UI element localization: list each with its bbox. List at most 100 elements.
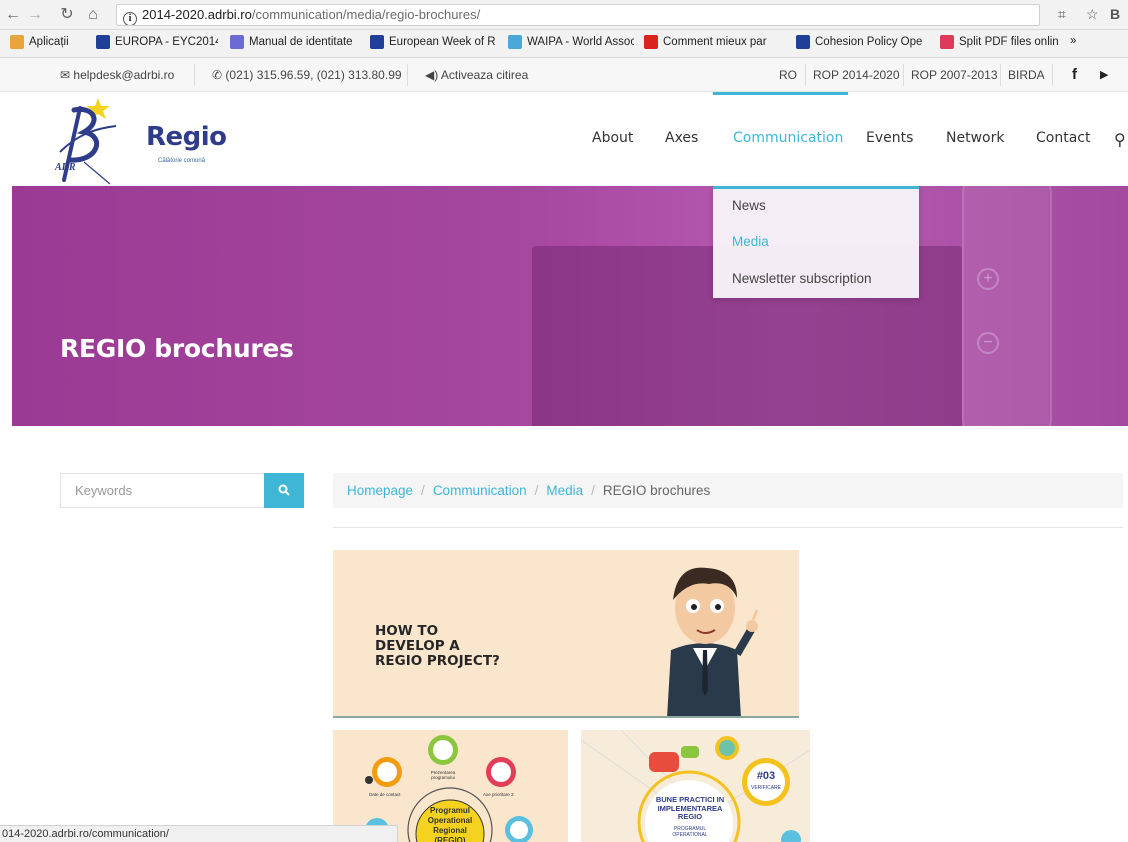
- dropdown-item-label: Newsletter subscription: [732, 271, 872, 286]
- nav-events[interactable]: Events: [866, 130, 913, 146]
- search-input[interactable]: Keywords: [60, 473, 265, 508]
- dropdown-item-label: Media: [732, 234, 769, 249]
- topbar-link-label: RO: [779, 68, 797, 82]
- url-host: 2014-2020.adrbi.ro: [142, 7, 252, 22]
- topbar-link-label: ROP 2014-2020: [813, 68, 900, 82]
- forward-icon[interactable]: →: [26, 5, 44, 25]
- regio-brand: Regio: [146, 122, 227, 152]
- nav-label: Axes: [665, 130, 699, 146]
- translate-icon[interactable]: ⌗: [1058, 6, 1066, 23]
- bookmark-label: Aplicații: [29, 36, 69, 48]
- brochure-title: HOW TO DEVELOP A REGIO PROJECT?: [375, 623, 500, 669]
- bookmark-favicon-icon: [508, 35, 522, 49]
- card3-subtitle: PROGRAMUL OPERATIONAL: [672, 826, 708, 838]
- link-birda[interactable]: BIRDA: [1008, 58, 1045, 92]
- back-icon[interactable]: ←: [4, 5, 22, 25]
- bookmark-item[interactable]: Cohesion Policy Ope: [796, 35, 922, 49]
- search-icon[interactable]: ⚲: [1114, 130, 1126, 149]
- link-rop-2014[interactable]: ROP 2014-2020: [813, 58, 900, 92]
- lang-link-ro[interactable]: RO: [779, 58, 797, 92]
- nav-about[interactable]: About: [592, 130, 633, 146]
- bookmark-item[interactable]: EUROPA - EYC2014 -: [96, 35, 218, 49]
- phone-icon: ✆: [212, 68, 223, 82]
- nav-axes[interactable]: Axes: [665, 130, 698, 146]
- bookmark-favicon-icon: [370, 35, 384, 49]
- bookmark-favicon-icon: [940, 35, 954, 49]
- logo[interactable]: ADR Regio Călătorie comună: [50, 92, 240, 186]
- nav-network[interactable]: Network: [946, 130, 1004, 146]
- bookmark-star-icon[interactable]: ☆: [1086, 6, 1099, 23]
- envelope-icon: ✉: [60, 68, 71, 82]
- card3-badge-label: VERIFICARE: [750, 785, 781, 791]
- dropdown-item-newsletter[interactable]: Newsletter subscription: [732, 271, 872, 286]
- businessman-illustration: [667, 567, 759, 716]
- bookmark-item[interactable]: Split PDF files online: [940, 35, 1058, 49]
- search-button[interactable]: [264, 473, 304, 508]
- bookmark-label: WAIPA - World Assoc: [527, 36, 634, 48]
- browser-status-bar: 014-2020.adrbi.ro/communication/: [0, 825, 398, 842]
- bookmark-label: Manual de identitate: [249, 36, 353, 48]
- nav-contact[interactable]: Contact: [1036, 130, 1090, 146]
- bookmark-item[interactable]: Manual de identitate: [230, 35, 353, 49]
- breadcrumb-media[interactable]: Media: [546, 483, 583, 498]
- bookmark-label: Comment mieux par: [663, 36, 767, 48]
- bookmarks-more-button[interactable]: »: [1070, 35, 1076, 47]
- breadcrumb-home[interactable]: Homepage: [347, 483, 413, 498]
- read-aloud-label: Activeaza citirea: [440, 68, 529, 82]
- speaker-icon: ◀): [425, 68, 439, 82]
- active-nav-indicator: [713, 92, 848, 95]
- site-header: ADR Regio Călătorie comună About Axes Co…: [0, 92, 1128, 186]
- page-title: REGIO brochures: [60, 334, 294, 363]
- nav-label: About: [592, 130, 634, 146]
- info-icon[interactable]: i: [123, 12, 137, 25]
- nav-label: Events: [866, 130, 914, 146]
- reload-icon[interactable]: ↻: [58, 5, 76, 25]
- dropdown-item-news[interactable]: News: [732, 198, 766, 213]
- search-icon: [278, 484, 290, 496]
- phone-link[interactable]: ✆ (021) 315.96.59, (021) 313.80.99: [212, 58, 402, 92]
- bookmark-label: European Week of R: [389, 36, 496, 48]
- bookmark-label: Split PDF files online: [959, 36, 1058, 48]
- divider: [1000, 64, 1001, 86]
- minus-icon: −: [977, 332, 999, 354]
- nav-communication[interactable]: Communication: [733, 130, 843, 146]
- read-aloud-button[interactable]: ◀) Activeaza citirea: [425, 58, 528, 92]
- address-bar[interactable]: i 2014-2020.adrbi.ro/communication/media/…: [116, 4, 1040, 26]
- browser-toolbar: ← → ↻ ⌂ i 2014-2020.adrbi.ro/communicatio…: [0, 0, 1128, 30]
- url-path: /communication/media/regio-brochures/: [251, 7, 481, 22]
- breadcrumb-communication[interactable]: Communication: [433, 483, 527, 498]
- link-rop-2007[interactable]: ROP 2007-2013: [911, 58, 998, 92]
- youtube-icon[interactable]: ▶: [1100, 58, 1108, 92]
- bookmark-item[interactable]: Aplicații: [10, 35, 69, 49]
- bookmark-item[interactable]: European Week of R: [370, 35, 496, 49]
- nav-label: Network: [946, 130, 1005, 146]
- dropdown-item-media[interactable]: Media: [732, 234, 769, 249]
- facebook-icon[interactable]: f: [1072, 58, 1077, 92]
- bookmark-item[interactable]: Comment mieux par: [644, 35, 767, 49]
- brochure-card-how-to[interactable]: HOW TO DEVELOP A REGIO PROJECT?: [333, 550, 799, 718]
- email-link[interactable]: ✉ helpdesk@adrbi.ro: [60, 58, 174, 92]
- hero-decoration: [962, 186, 1052, 426]
- divider: [903, 64, 904, 86]
- card3-badge-number: #03: [756, 770, 776, 782]
- dropdown-item-label: News: [732, 198, 766, 213]
- bookmark-favicon-icon: [796, 35, 810, 49]
- regio-tagline: Călătorie comună: [158, 158, 206, 164]
- bookmark-label: Cohesion Policy Ope: [815, 36, 923, 48]
- home-icon[interactable]: ⌂: [84, 5, 102, 25]
- breadcrumb: Homepage / Communication / Media / REGIO broch…: [333, 473, 1123, 508]
- email-text: helpdesk@adrbi.ro: [73, 68, 175, 82]
- bookmark-favicon-icon: [96, 35, 110, 49]
- topbar-link-label: BIRDA: [1008, 68, 1045, 82]
- breadcrumb-separator: /: [591, 483, 595, 498]
- extension-icon[interactable]: B: [1110, 6, 1120, 22]
- brochure-card-best-practices[interactable]: BUNE PRACTICI IN IMPLEMENTAREA REGIO PRO…: [581, 730, 810, 842]
- bookmark-item[interactable]: WAIPA - World Assoc: [508, 35, 634, 49]
- content-divider: [333, 527, 1123, 528]
- phone-text: (021) 315.96.59, (021) 313.80.99: [225, 68, 402, 82]
- adr-text: ADR: [55, 162, 76, 173]
- nav-label: Communication: [733, 130, 844, 146]
- bookmark-favicon-icon: [644, 35, 658, 49]
- hero-banner: + − REGIO brochures: [12, 186, 1128, 426]
- site-topbar: ✉ helpdesk@adrbi.ro ✆ (021) 315.96.59, (…: [0, 58, 1128, 92]
